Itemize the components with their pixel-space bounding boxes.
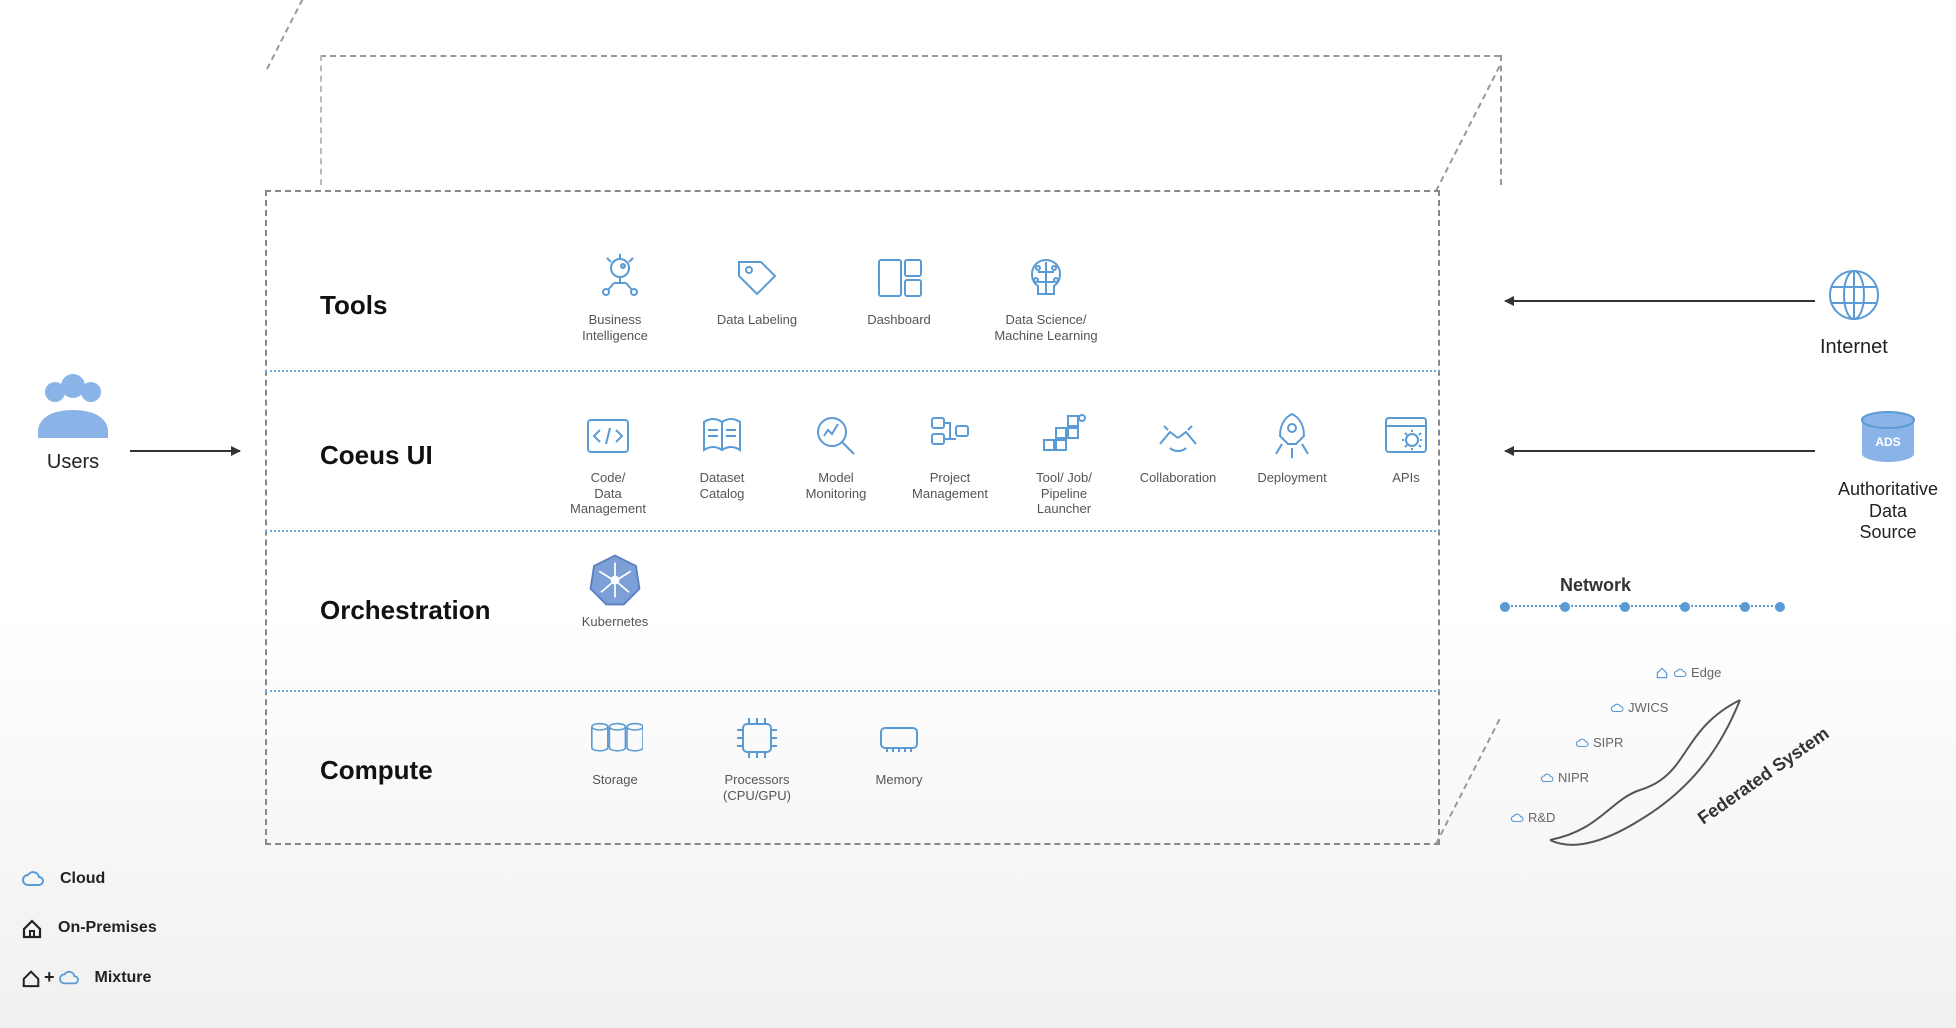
row-divider <box>265 690 1440 692</box>
tile-kubernetes: Kubernetes <box>560 552 670 630</box>
network-dot-line <box>1500 605 1780 607</box>
deploy-label: Deployment <box>1257 470 1326 486</box>
cloud-icon <box>1510 812 1524 824</box>
project-icon <box>922 408 978 464</box>
cube-outline <box>320 55 322 185</box>
hands-icon <box>1150 408 1206 464</box>
tag-icon <box>729 250 785 306</box>
labeling-label: Data Labeling <box>717 312 797 328</box>
code-label: Code/ Data Management <box>560 470 656 517</box>
magnifier-chart-icon <box>808 408 864 464</box>
compute-row: Storage Processors (CPU/GPU) Memory <box>560 710 954 803</box>
browser-gear-icon <box>1378 408 1434 464</box>
database-icon: ADS <box>1855 410 1921 468</box>
legend-mixture: + Mixture <box>20 967 157 988</box>
ads-badge-text: ADS <box>1875 435 1900 449</box>
code-icon <box>580 408 636 464</box>
legend: Cloud On-Premises + Mixture <box>20 869 157 988</box>
tile-storage: Storage <box>560 710 670 788</box>
tools-row: Business Intelligence Data Labeling Dash… <box>560 250 1106 343</box>
legend-cloud: Cloud <box>20 869 157 889</box>
tile-data-labeling: Data Labeling <box>702 250 812 328</box>
tile-dashboard: Dashboard <box>844 250 954 328</box>
internet-label: Internet <box>1820 336 1888 359</box>
tile-processors: Processors (CPU/GPU) <box>702 710 812 803</box>
memory-icon <box>871 710 927 766</box>
tile-collab: Collaboration <box>1130 408 1226 486</box>
layer-compute-label: Compute <box>320 755 433 786</box>
tier-edge: Edge <box>1655 665 1721 680</box>
orch-row: Kubernetes <box>560 552 670 630</box>
house-icon <box>20 968 42 988</box>
tile-memory: Memory <box>844 710 954 788</box>
bi-label: Business Intelligence <box>582 312 648 343</box>
arrow-internet-in <box>1505 300 1815 302</box>
layer-coeus-label: Coeus UI <box>320 440 433 471</box>
storage-label: Storage <box>592 772 638 788</box>
users-block: Users <box>30 370 116 474</box>
network-label: Network <box>1560 575 1631 596</box>
memory-label: Memory <box>876 772 923 788</box>
dashboard-icon <box>871 250 927 306</box>
tile-apis: APIs <box>1358 408 1454 486</box>
catalog-label: Dataset Catalog <box>700 470 745 501</box>
cube-outline <box>1500 55 1502 185</box>
cube-outline <box>1435 719 1500 845</box>
row-divider <box>265 530 1440 532</box>
storage-icon <box>587 710 643 766</box>
tile-pipeline: Tool/ Job/ Pipeline Launcher <box>1016 408 1112 517</box>
cloud-icon <box>20 869 46 889</box>
monitor-label: Model Monitoring <box>806 470 867 501</box>
house-icon <box>20 917 44 939</box>
collab-label: Collaboration <box>1140 470 1217 486</box>
cube-outline <box>320 55 1500 57</box>
layer-tools-label: Tools <box>320 290 387 321</box>
apis-label: APIs <box>1392 470 1419 486</box>
cube-outline <box>1435 66 1500 192</box>
ads-label: Authoritative Data Source <box>1820 479 1956 544</box>
k8s-label: Kubernetes <box>582 614 649 630</box>
coeus-row: Code/ Data Management Dataset Catalog Mo… <box>560 408 1454 517</box>
brain-icon <box>1018 250 1074 306</box>
tile-project: Project Management <box>902 408 998 501</box>
legend-onprem: On-Premises <box>20 917 157 939</box>
users-label: Users <box>30 451 116 474</box>
tile-business-intelligence: Business Intelligence <box>560 250 670 343</box>
kubernetes-icon <box>587 552 643 608</box>
tile-deploy: Deployment <box>1244 408 1340 486</box>
globe-icon <box>1824 265 1884 325</box>
pipeline-icon <box>1036 408 1092 464</box>
layer-orch-label: Orchestration <box>320 595 491 626</box>
arrow-users-to-cube <box>130 450 240 452</box>
tile-code: Code/ Data Management <box>560 408 656 517</box>
internet-block: Internet <box>1820 265 1888 359</box>
cpu-icon <box>729 710 785 766</box>
tile-ml: Data Science/ Machine Learning <box>986 250 1106 343</box>
pipeline-label: Tool/ Job/ Pipeline Launcher <box>1016 470 1112 517</box>
rocket-icon <box>1264 408 1320 464</box>
ml-label: Data Science/ Machine Learning <box>994 312 1097 343</box>
house-icon <box>1655 666 1669 680</box>
arrow-ads-in <box>1505 450 1815 452</box>
book-icon <box>694 408 750 464</box>
tile-monitor: Model Monitoring <box>788 408 884 501</box>
project-label: Project Management <box>912 470 988 501</box>
robot-icon <box>587 250 643 306</box>
users-icon <box>30 370 116 440</box>
cloud-icon <box>57 969 81 987</box>
dashboard-label: Dashboard <box>867 312 931 328</box>
ads-block: ADS Authoritative Data Source <box>1820 410 1956 544</box>
tile-catalog: Dataset Catalog <box>674 408 770 501</box>
row-divider <box>265 370 1440 372</box>
proc-label: Processors (CPU/GPU) <box>723 772 791 803</box>
cloud-icon <box>1673 667 1687 679</box>
